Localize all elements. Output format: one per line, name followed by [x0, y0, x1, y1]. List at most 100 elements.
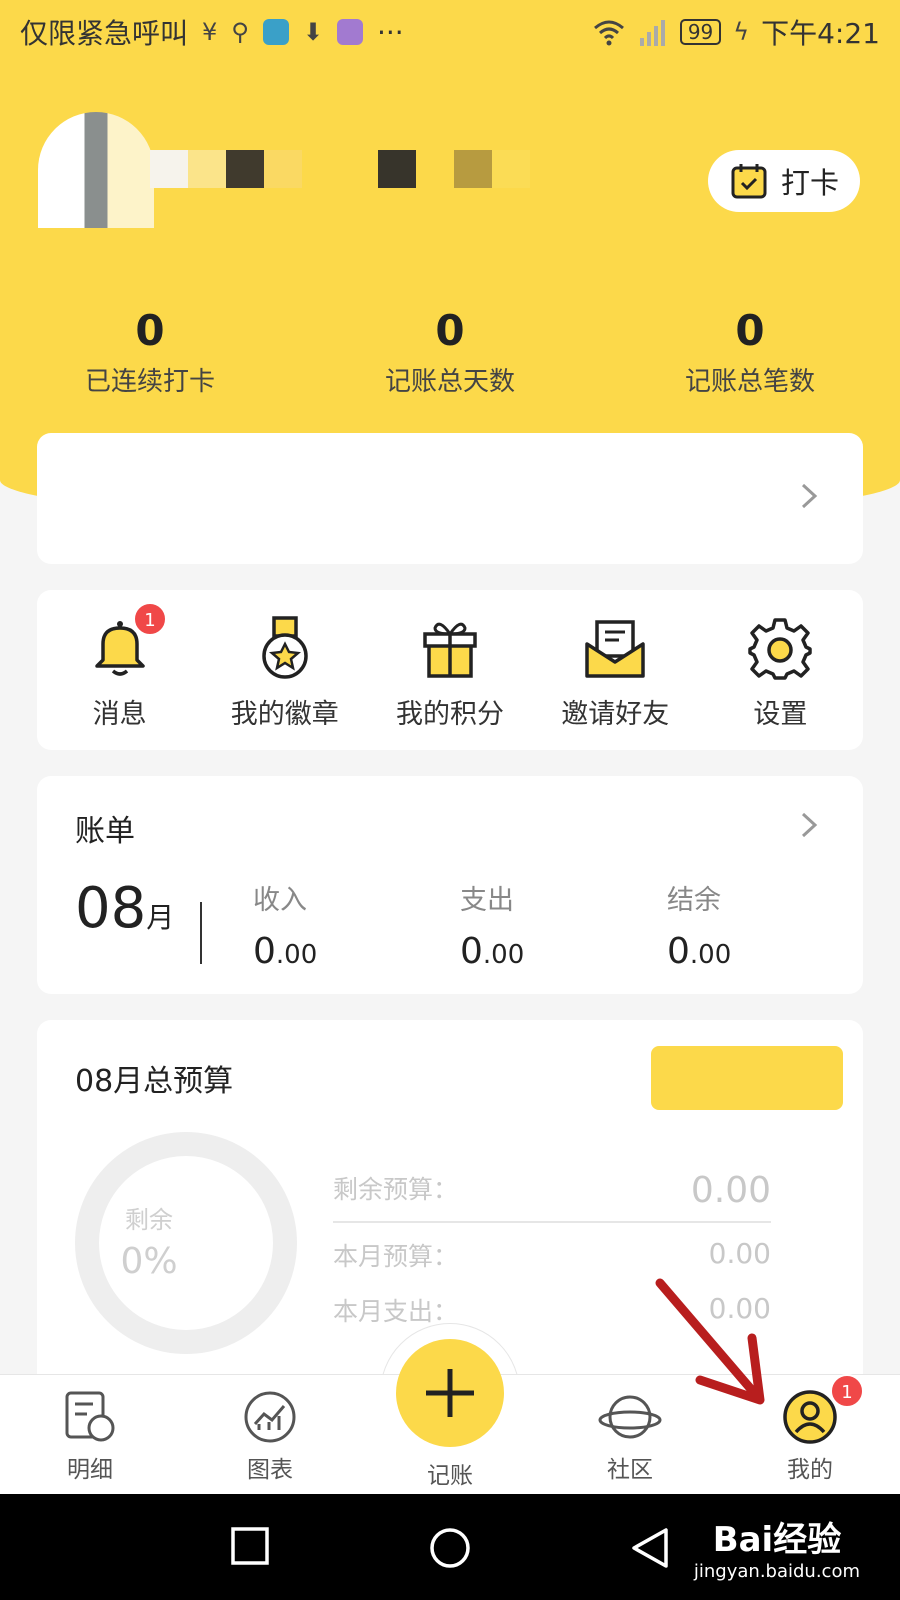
budget-divider: [333, 1221, 771, 1223]
menu-item-label: 我的徽章: [230, 698, 339, 730]
watermark-brand: Bai经验: [712, 1520, 842, 1560]
budget-row-remaining: 剩余预算： 0.00: [333, 1170, 771, 1211]
budget-row-label: 本月预算：: [333, 1242, 459, 1271]
bill-balance-value: 0.00: [667, 931, 732, 972]
user-icon: [783, 1390, 837, 1444]
back-button[interactable]: [630, 1526, 670, 1570]
bill-card[interactable]: 账单 08月 收入 0.00 支出 0.00 结余 0.00: [37, 776, 863, 994]
stat-streak: 0 已连续打卡: [0, 305, 300, 398]
menu-item-label: 邀请好友: [561, 698, 670, 730]
tab-community[interactable]: 社区: [570, 1390, 690, 1484]
budget-row-label: 本月支出：: [333, 1297, 459, 1326]
quick-menu: 消息 1 我的徽章 我的积分 邀请好友 设置: [37, 590, 863, 750]
tab-label: 我的: [787, 1457, 833, 1483]
bill-income-label: 收入: [253, 885, 307, 916]
menu-item-label: 设置: [753, 698, 808, 730]
detail-icon: [65, 1391, 115, 1442]
status-bar: 仅限紧急呼叫 ¥ ⚲ ⬇ ··· 99 ϟ 下午4:21: [0, 0, 900, 64]
bill-expense-value: 0.00: [460, 931, 525, 972]
username-blurred: [150, 150, 530, 188]
ring-value: 0%: [120, 1241, 178, 1282]
stat-value: 0: [735, 306, 765, 355]
planet-icon: [598, 1395, 662, 1439]
bill-title: 账单: [75, 814, 135, 849]
clock-time: 下午4:21: [761, 17, 880, 50]
home-button[interactable]: [428, 1526, 472, 1570]
tab-detail[interactable]: 明细: [30, 1390, 150, 1484]
gift-icon: [423, 622, 477, 678]
budget-row-monthly: 本月预算： 0.00: [333, 1237, 771, 1273]
budget-row-value: 0.00: [708, 1292, 771, 1325]
menu-item-settings[interactable]: 设置: [698, 610, 863, 731]
menu-item-invite[interactable]: 邀请好友: [533, 610, 698, 731]
usb-icon: ⚲: [231, 18, 249, 46]
envelope-icon: [585, 619, 645, 678]
tab-label: 明细: [67, 1457, 113, 1483]
message-badge: 1: [133, 601, 167, 636]
bill-balance-label: 结余: [667, 885, 721, 916]
tab-label-record[interactable]: 记账: [390, 1456, 510, 1490]
bill-expense: 支出 0.00: [460, 878, 524, 972]
stat-total-entries: 0 记账总笔数: [600, 305, 900, 398]
bill-income-value: 0.00: [253, 931, 318, 972]
signal-icon: [639, 20, 665, 46]
calendar-check-icon: [731, 164, 767, 199]
ring-label: 剩余: [125, 1206, 173, 1234]
stat-value: 0: [135, 306, 165, 355]
stat-total-days: 0 记账总天数: [300, 305, 600, 398]
bill-month-unit: 月: [146, 901, 175, 934]
medal-icon: [262, 615, 308, 679]
yen-icon: ¥: [202, 18, 218, 46]
system-nav-bar: Bai经验 jingyan.baidu.com: [0, 1494, 900, 1600]
budget-row-spent: 本月支出： 0.00: [333, 1292, 771, 1328]
checkin-label: 打卡: [780, 166, 839, 200]
plus-icon: [426, 1369, 474, 1417]
tab-chart[interactable]: 图表: [210, 1390, 330, 1484]
stat-label: 已连续打卡: [84, 367, 215, 397]
clock-app-icon: [336, 19, 363, 45]
tab-label: 社区: [607, 1457, 653, 1483]
stat-value: 0: [435, 306, 465, 355]
carrier-text: 仅限紧急呼叫: [20, 17, 189, 50]
avatar[interactable]: [38, 112, 154, 228]
more-notifications: ···: [376, 15, 404, 49]
charging-icon: ϟ: [733, 18, 750, 46]
bill-balance: 结余 0.00: [667, 878, 731, 972]
stat-label: 记账总笔数: [684, 367, 815, 397]
watermark-url: jingyan.baidu.com: [693, 1561, 860, 1582]
stat-label: 记账总天数: [384, 367, 515, 397]
watermark: Bai经验 jingyan.baidu.com: [694, 1512, 860, 1582]
shield-app-icon: [262, 19, 289, 45]
bill-income: 收入 0.00: [253, 878, 317, 972]
tab-mine[interactable]: 我的 1: [750, 1374, 870, 1484]
mine-badge: 1: [830, 1374, 864, 1408]
vip-card[interactable]: [37, 433, 863, 564]
menu-item-points[interactable]: 我的积分: [367, 610, 532, 731]
recents-button[interactable]: [230, 1526, 270, 1566]
checkin-button[interactable]: 打卡: [708, 150, 860, 212]
add-record-button[interactable]: [396, 1339, 504, 1447]
bill-month[interactable]: 08月: [75, 876, 174, 941]
budget-edit-button[interactable]: [651, 1046, 843, 1110]
chart-icon: [244, 1391, 296, 1443]
wifi-icon: [593, 20, 624, 46]
download-icon: ⬇: [302, 18, 323, 46]
tab-label: 图表: [247, 1457, 293, 1483]
menu-item-label: 我的积分: [396, 698, 504, 730]
chevron-right-icon: [801, 812, 818, 838]
menu-item-messages[interactable]: 消息 1: [37, 601, 202, 731]
budget-row-value: 0.00: [708, 1237, 771, 1270]
budget-row-value: 0.00: [690, 1170, 771, 1211]
chevron-right-icon: [801, 483, 818, 509]
budget-ring-text: 剩余 0%: [38, 1200, 260, 1282]
budget-title: 08月总预算: [75, 1064, 234, 1099]
bill-month-number: 08: [75, 876, 147, 941]
bill-divider: [200, 902, 202, 964]
menu-item-badges[interactable]: 我的徽章: [202, 610, 367, 731]
gear-icon: [748, 617, 813, 680]
budget-row-label: 剩余预算：: [333, 1175, 459, 1204]
stats-row: 0 已连续打卡 0 记账总天数 0 记账总笔数: [0, 305, 900, 398]
menu-item-label: 消息: [92, 698, 147, 730]
bill-expense-label: 支出: [460, 885, 514, 916]
battery-indicator: 99: [679, 19, 722, 45]
